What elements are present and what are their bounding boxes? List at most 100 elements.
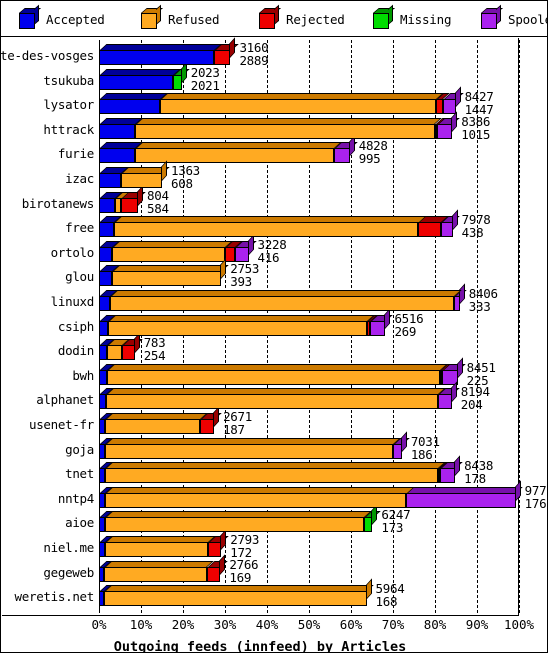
bar-segment-accepted bbox=[99, 44, 222, 65]
legend-label: Rejected bbox=[286, 11, 345, 27]
chart-row: niel.me 2793 172 bbox=[1, 529, 547, 561]
bar-segment-refused bbox=[106, 363, 448, 385]
legend-item-missing: Missing bbox=[373, 4, 451, 31]
bar-segment-spooled bbox=[441, 209, 461, 238]
y-axis-label-bete-des-vosges: bete-des-vosges bbox=[0, 48, 94, 63]
y-axis-label-dodin: dodin bbox=[57, 343, 94, 359]
bar-segment-refused bbox=[104, 511, 372, 533]
bar-value-secondary: 178 bbox=[464, 471, 486, 487]
chart-row: ortolo 3228 416 bbox=[1, 234, 547, 266]
bar-segment-rejected bbox=[438, 462, 449, 484]
bar-top-face bbox=[100, 117, 143, 124]
bar-value-secondary: 333 bbox=[468, 299, 491, 314]
bar-segment-accepted bbox=[99, 68, 181, 90]
bar-value-secondary: 1015 bbox=[461, 126, 491, 142]
y-axis-label-aioe: aioe bbox=[65, 515, 94, 531]
bar-segment-spooled bbox=[406, 480, 524, 508]
legend-item-spooled: Spooled bbox=[481, 4, 547, 31]
chart-row: alphanet 8194 204 bbox=[1, 381, 547, 413]
bar-value-secondary: 995 bbox=[358, 151, 381, 167]
cube-icon-refused bbox=[141, 4, 163, 29]
bar-top-face bbox=[106, 388, 446, 395]
chart-row: aioe 6247 173 bbox=[1, 504, 547, 536]
bar-segment-rejected bbox=[418, 216, 449, 238]
bar-value-secondary: 176 bbox=[524, 495, 547, 511]
bar-segment-refused bbox=[107, 339, 130, 361]
bar-top-face bbox=[105, 462, 447, 469]
chart-row: usenet-fr 2671 187 bbox=[1, 406, 547, 438]
bar-segment-accepted bbox=[99, 388, 114, 410]
y-axis-label-izac: izac bbox=[65, 171, 94, 186]
bar-value-secondary: 187 bbox=[223, 422, 245, 437]
bar-segment-refused bbox=[104, 560, 215, 582]
bar-value-secondary: 269 bbox=[394, 323, 417, 339]
x-tick-label: 70% bbox=[381, 617, 405, 632]
bar-segment-accepted bbox=[99, 486, 113, 508]
chart-row: csiph 6516 269 bbox=[1, 307, 547, 340]
bar-segment-accepted bbox=[99, 117, 143, 139]
y-axis-label-glou: glou bbox=[65, 269, 94, 285]
bar-top-face bbox=[135, 142, 342, 149]
bar-segment-rejected bbox=[199, 406, 222, 434]
bar-segment-accepted bbox=[99, 191, 123, 213]
y-axis-label-tnet: tnet bbox=[65, 466, 94, 482]
bar-segment-accepted bbox=[99, 265, 120, 287]
legend-label: Refused bbox=[168, 11, 220, 27]
chart-row: gegeweb 2766 169 bbox=[1, 553, 547, 586]
bar-segment-refused bbox=[112, 240, 233, 262]
chart-row: nntp49771176 bbox=[1, 480, 547, 512]
bar-value-secondary: 173 bbox=[381, 520, 404, 536]
x-tick-label: 40% bbox=[255, 617, 279, 632]
bar-value-secondary: 2889 bbox=[239, 53, 269, 68]
bar-top-face bbox=[100, 68, 181, 75]
bar-segment-rejected bbox=[434, 117, 445, 139]
chart-plot-area: Outgoing feeds (innfeed) by Articles 0% 1… bbox=[0, 37, 547, 652]
bar-segment-refused bbox=[104, 486, 415, 508]
bar-segment-accepted bbox=[99, 363, 115, 385]
bar-segment-rejected bbox=[206, 553, 229, 582]
bar-top-face bbox=[100, 93, 168, 100]
bar-segment-refused bbox=[113, 216, 426, 238]
bar-segment-accepted bbox=[99, 437, 113, 459]
bar-segment-rejected bbox=[436, 93, 451, 115]
bar-segment-spooled bbox=[393, 430, 410, 459]
legend-item-refused: Refused bbox=[141, 4, 220, 31]
legend-item-accepted: Accepted bbox=[19, 4, 105, 31]
bar-right-face bbox=[229, 37, 236, 59]
bar-segment-accepted bbox=[99, 167, 129, 188]
y-axis-label-goja: goja bbox=[65, 441, 94, 457]
y-axis-label-alphanet: alphanet bbox=[36, 392, 94, 408]
bar-right-face bbox=[454, 455, 461, 478]
bar-value-secondary: 204 bbox=[460, 397, 483, 413]
bar-segment-missing bbox=[363, 504, 381, 533]
cube-icon-accepted bbox=[19, 4, 41, 29]
bar-segment-refused bbox=[114, 191, 129, 213]
cube-icon-missing bbox=[373, 4, 395, 29]
bar-top-face bbox=[113, 240, 233, 247]
chart-window: Accepted Refused Rejected Missing Spooled Ou… bbox=[0, 0, 548, 653]
bar-segment-accepted bbox=[99, 290, 118, 311]
bar-segment-rejected bbox=[225, 240, 243, 262]
bar-segment-refused bbox=[104, 578, 375, 607]
bar-value-secondary: 254 bbox=[143, 348, 166, 364]
bar-value-secondary: 169 bbox=[229, 569, 252, 585]
bar-top-face bbox=[114, 216, 426, 223]
chart-row: furie 4828 995 bbox=[1, 135, 547, 167]
bar-top-face bbox=[105, 585, 375, 592]
chart-row: tnet 8438 178 bbox=[1, 455, 547, 487]
bar-top-face bbox=[106, 413, 208, 419]
x-tick-label: 60% bbox=[339, 617, 363, 632]
bar-segment-accepted bbox=[99, 511, 113, 533]
bar-top-face bbox=[105, 511, 372, 518]
bar-top-face bbox=[100, 142, 143, 149]
chart-row: httrack 8386 1015 bbox=[1, 111, 547, 143]
y-axis-label-tsukuba: tsukuba bbox=[43, 72, 94, 88]
bar-segment-accepted bbox=[99, 413, 113, 434]
bar-segment-spooled bbox=[437, 381, 460, 410]
bar-segment-spooled bbox=[234, 234, 257, 262]
bar-segment-spooled bbox=[437, 111, 460, 139]
legend-label: Accepted bbox=[46, 11, 105, 27]
y-axis-label-furie: furie bbox=[57, 146, 94, 162]
bar-segment-accepted bbox=[99, 216, 122, 238]
x-tick-label: 90% bbox=[465, 617, 489, 632]
